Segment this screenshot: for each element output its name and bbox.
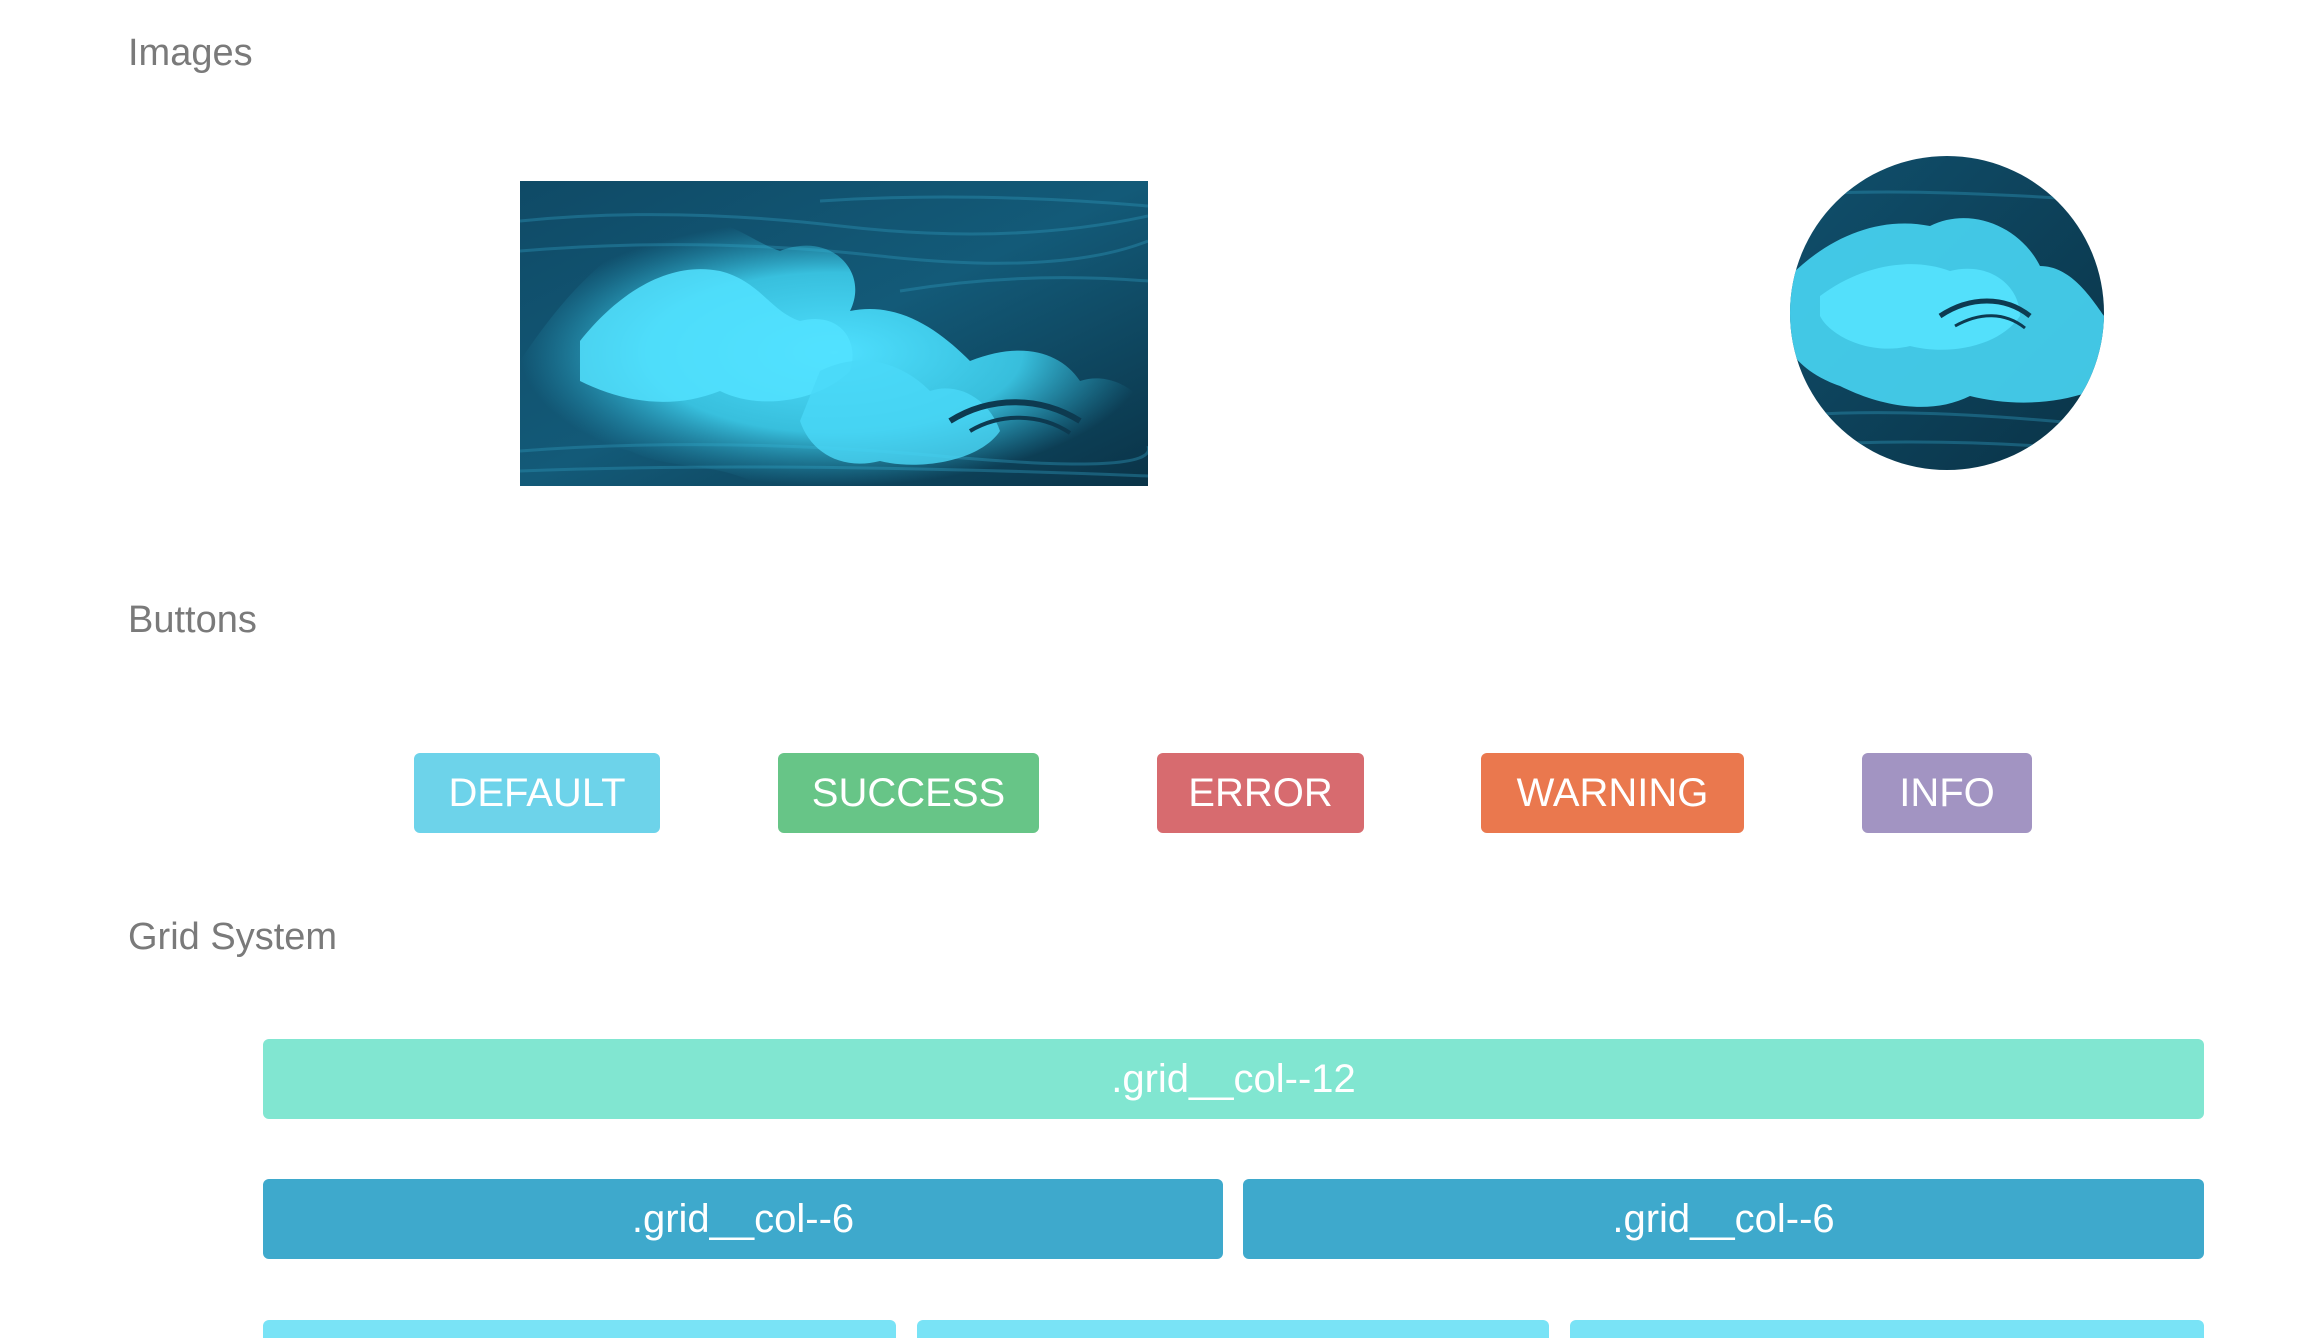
images-heading: Images <box>128 32 253 74</box>
grid-col-4-second <box>917 1320 1549 1338</box>
warning-button[interactable]: WARNING <box>1481 753 1744 833</box>
wave-image-circle <box>1790 156 2104 470</box>
grid-col-4-first <box>263 1320 896 1338</box>
error-button[interactable]: ERROR <box>1157 753 1364 833</box>
grid-col-6-left: .grid__col--6 <box>263 1179 1223 1259</box>
grid-system-heading: Grid System <box>128 916 338 958</box>
success-button[interactable]: SUCCESS <box>778 753 1039 833</box>
default-button[interactable]: DEFAULT <box>414 753 660 833</box>
grid-col-4-third <box>1570 1320 2204 1338</box>
info-button[interactable]: INFO <box>1862 753 2032 833</box>
wave-image-rectangle <box>520 181 1148 486</box>
grid-col-6-right: .grid__col--6 <box>1243 1179 2204 1259</box>
style-guide-page: Images Buttons DEFAULT SUCCESS ERROR WAR… <box>0 0 2304 1338</box>
grid-col-12: .grid__col--12 <box>263 1039 2204 1119</box>
buttons-heading: Buttons <box>128 599 257 641</box>
